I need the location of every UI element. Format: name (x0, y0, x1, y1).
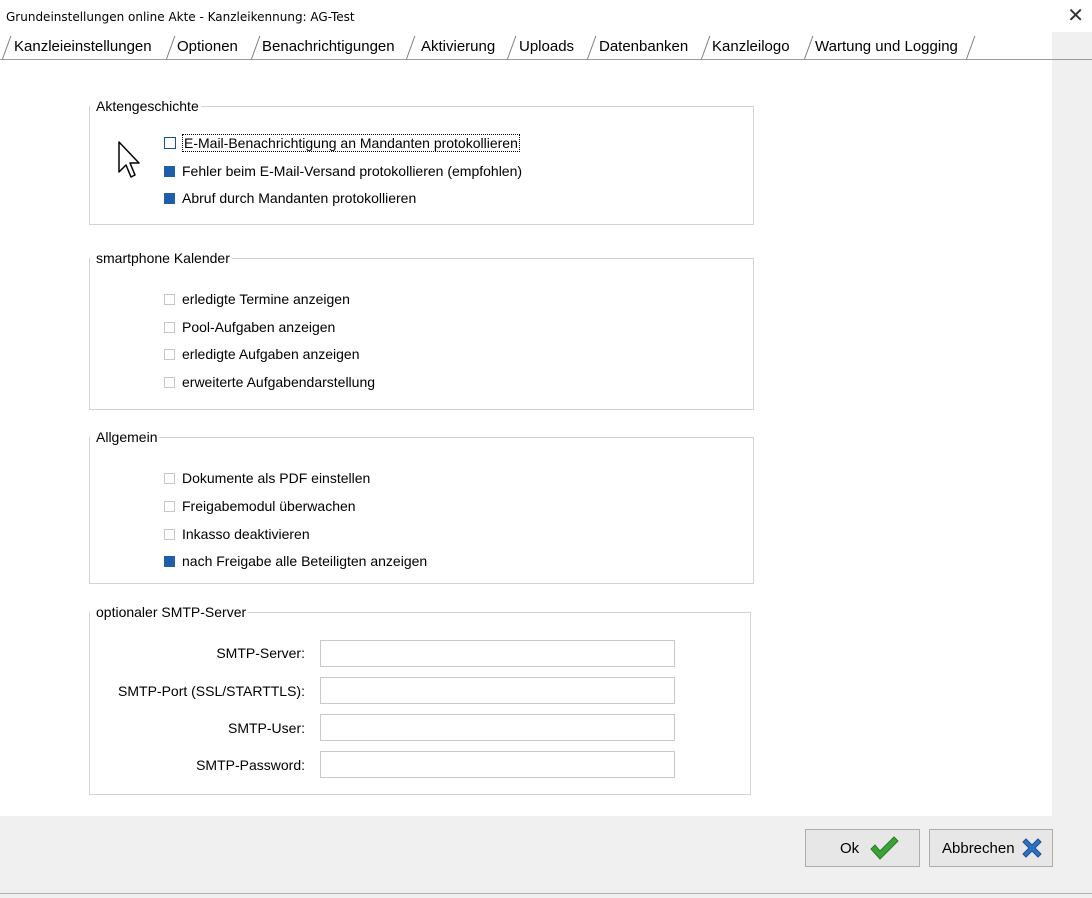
title-bar: Grundeinstellungen online Akte - Kanzlei… (0, 0, 1092, 32)
group-legend-kalender: smartphone Kalender (90, 250, 232, 266)
right-strip (1052, 32, 1092, 816)
checkbox-label: nach Freigabe alle Beteiligten anzeigen (182, 553, 428, 569)
tab-separator (586, 36, 597, 60)
group-legend-smtp: optionaler SMTP-Server (90, 604, 249, 620)
smtp-port-input[interactable] (320, 677, 675, 704)
tab-separator (965, 36, 976, 60)
checkbox-freigabe-beteiligte[interactable]: nach Freigabe alle Beteiligten anzeigen (164, 552, 427, 570)
cancel-button[interactable]: Abbrechen (929, 829, 1053, 867)
checkbox-label: erweiterte Aufgabendarstellung (182, 374, 376, 390)
tab-wartung-logging[interactable]: Wartung und Logging (815, 36, 958, 60)
checkbox-erledigte-aufgaben[interactable]: erledigte Aufgaben anzeigen (164, 345, 359, 363)
checkbox-fehler-email-versand[interactable]: Fehler beim E-Mail-Versand protokolliere… (164, 162, 522, 180)
tab-separator (803, 36, 814, 60)
checkbox-box[interactable] (164, 348, 175, 360)
tab-separator (1, 36, 12, 60)
tab-separator (506, 36, 517, 60)
tab-optionen[interactable]: Optionen (177, 36, 238, 60)
smtp-password-label: SMTP-Password: (196, 757, 305, 773)
tab-kanzleilogo[interactable]: Kanzleilogo (712, 36, 790, 60)
checkbox-label: E-Mail-Benachrichtigung an Mandanten pro… (182, 134, 520, 152)
tab-aktivierung[interactable]: Aktivierung (421, 36, 495, 60)
bottom-border (0, 893, 1092, 894)
checkmark-icon (869, 835, 899, 861)
checkbox-pool-aufgaben[interactable]: Pool-Aufgaben anzeigen (164, 318, 335, 336)
smtp-user-input[interactable] (320, 714, 675, 741)
checkbox-erledigte-termine[interactable]: erledigte Termine anzeigen (164, 290, 350, 308)
group-legend-allgemein: Allgemein (90, 429, 160, 445)
checkbox-email-benachrichtigung[interactable]: E-Mail-Benachrichtigung an Mandanten pro… (164, 134, 520, 152)
smtp-port-label: SMTP-Port (SSL/STARTTLS): (118, 683, 305, 699)
cross-icon (1019, 835, 1045, 861)
tab-datenbanken[interactable]: Datenbanken (599, 36, 688, 60)
checkbox-erweiterte-aufgabendarstellung[interactable]: erweiterte Aufgabendarstellung (164, 373, 375, 391)
mouse-cursor-icon (116, 140, 142, 185)
tab-benachrichtigungen[interactable]: Benachrichtigungen (262, 36, 395, 60)
tab-separator (405, 36, 416, 60)
tab-underline (0, 59, 1092, 60)
checkbox-label: Freigabemodul überwachen (182, 498, 356, 514)
checkbox-label: Abruf durch Mandanten protokollieren (182, 190, 417, 206)
checkbox-label: Dokumente als PDF einstellen (182, 470, 371, 486)
checkbox-label: Fehler beim E-Mail-Versand protokolliere… (182, 163, 523, 179)
checkbox-inkasso-deaktivieren[interactable]: Inkasso deaktivieren (164, 525, 310, 543)
checkbox-box[interactable] (164, 321, 175, 333)
tab-separator (700, 36, 711, 60)
checkbox-box[interactable] (164, 555, 175, 567)
checkbox-label: erledigte Termine anzeigen (182, 291, 350, 307)
cancel-button-label: Abbrechen (942, 839, 1015, 857)
checkbox-box[interactable] (164, 528, 175, 540)
tab-bar: Kanzleieinstellungen Optionen Benachrich… (0, 36, 1092, 60)
checkbox-dokumente-pdf[interactable]: Dokumente als PDF einstellen (164, 469, 370, 487)
smtp-server-input[interactable] (320, 640, 675, 667)
checkbox-box[interactable] (164, 376, 175, 388)
checkbox-box[interactable] (164, 165, 175, 177)
checkbox-box[interactable] (164, 500, 175, 512)
smtp-password-input[interactable] (320, 751, 675, 778)
smtp-user-label: SMTP-User: (228, 720, 305, 736)
checkbox-box[interactable] (164, 293, 175, 305)
ok-button[interactable]: Ok (805, 829, 920, 867)
checkbox-freigabemodul[interactable]: Freigabemodul überwachen (164, 497, 356, 515)
tab-uploads[interactable]: Uploads (519, 36, 574, 60)
checkbox-label: Inkasso deaktivieren (182, 526, 310, 542)
checkbox-abruf-mandanten[interactable]: Abruf durch Mandanten protokollieren (164, 189, 416, 207)
ok-button-label: Ok (840, 839, 860, 857)
tab-separator (165, 36, 176, 60)
checkbox-box[interactable] (164, 192, 175, 204)
smtp-server-label: SMTP-Server: (216, 645, 305, 661)
checkbox-box[interactable] (164, 472, 175, 484)
checkbox-box[interactable] (164, 137, 176, 149)
window-title: Grundeinstellungen online Akte - Kanzlei… (6, 10, 355, 24)
checkbox-label: Pool-Aufgaben anzeigen (182, 319, 336, 335)
checkbox-label: erledigte Aufgaben anzeigen (182, 346, 360, 362)
group-legend-aktengeschichte: Aktengeschichte (90, 98, 201, 114)
tab-kanzleieinstellungen[interactable]: Kanzleieinstellungen (14, 36, 152, 60)
tab-separator (250, 36, 261, 60)
close-icon[interactable]: ✕ (1067, 6, 1084, 26)
